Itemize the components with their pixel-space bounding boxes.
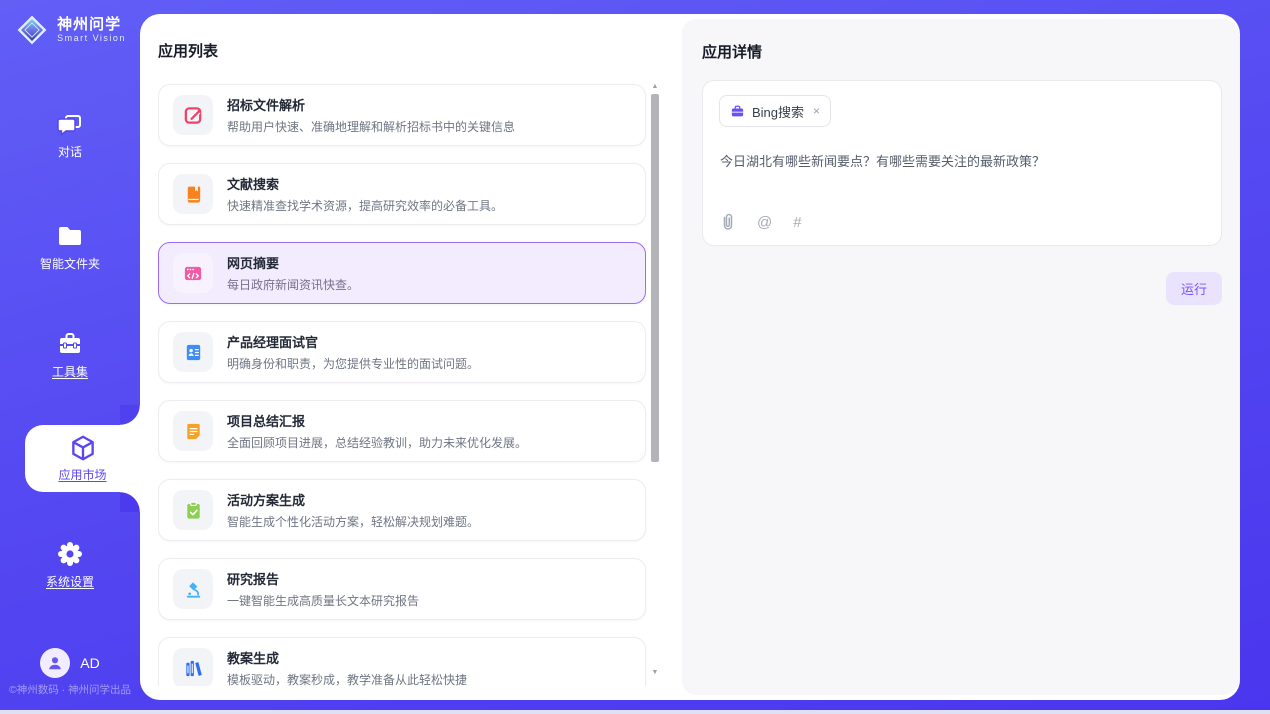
at-icon[interactable]: @ [757,214,772,231]
app-description: 快速精准查找学术资源，提高研究效率的必备工具。 [227,197,503,214]
app-card[interactable]: 文献搜索 快速精准查找学术资源，提高研究效率的必备工具。 [158,163,646,225]
app-title: 招标文件解析 [227,95,515,114]
app-description: 智能生成个性化活动方案，轻松解决规划难题。 [227,513,479,530]
tool-chip-bing-search[interactable]: Bing搜索 × [719,95,831,127]
note-icon [183,421,204,442]
app-title: 项目总结汇报 [227,411,527,430]
clipboard-check-icon [183,500,204,521]
chip-close-icon[interactable]: × [813,104,820,118]
app-icon-tile [173,490,213,530]
app-list: 招标文件解析 帮助用户快速、准确地理解和解析招标书中的关键信息 文献搜索 快速精… [158,82,648,686]
app-description: 每日政府新闻资讯快查。 [227,276,359,293]
app-title: 研究报告 [227,569,419,588]
user-account[interactable]: AD [0,648,140,678]
sidebar-item-label: 对话 [58,145,82,159]
sidebar-item-app-market[interactable]: 应用市场 [25,425,140,492]
app-icon-tile [173,253,213,293]
sidebar: 神州问学 Smart Vision 对话 智能文件夹 [0,0,140,714]
app-list-title: 应用列表 [158,40,218,61]
app-card[interactable]: 项目总结汇报 全面回顾项目进展，总结经验教训，助力未来优化发展。 [158,400,646,462]
scrollbar-up-arrow[interactable]: ▲ [650,82,660,92]
sidebar-item-smart-folder[interactable]: 智能文件夹 [0,222,140,273]
sidebar-item-label: 工具集 [52,365,88,379]
hash-icon[interactable]: # [793,214,801,231]
browser-code-icon [182,263,204,284]
brand-logo: 神州问学 Smart Vision [0,12,140,48]
brand-subtitle: Smart Vision [57,33,126,44]
app-card[interactable]: 产品经理面试官 明确身份和职责，为您提供专业性的面试问题。 [158,321,646,383]
app-title: 网页摘要 [227,253,359,272]
app-card[interactable]: 研究报告 一键智能生成高质量长文本研究报告 [158,558,646,620]
user-icon [46,654,64,672]
app-window: 神州问学 Smart Vision 对话 智能文件夹 [0,0,1270,714]
scrollbar-down-arrow[interactable]: ▼ [650,668,660,678]
app-card[interactable]: 招标文件解析 帮助用户快速、准确地理解和解析招标书中的关键信息 [158,84,646,146]
app-title: 活动方案生成 [227,490,479,509]
gear-icon [56,540,84,568]
composer-card[interactable]: Bing搜索 × 今日湖北有哪些新闻要点？有哪些需要关注的最新政策？ @ # [702,80,1222,246]
app-title: 教案生成 [227,648,467,667]
app-card[interactable]: 网页摘要 每日政府新闻资讯快查。 [158,242,646,304]
sidebar-item-settings[interactable]: 系统设置 [0,540,140,591]
brand-diamond-icon [14,12,50,48]
sidebar-footer: ©神州数码 · 神州问学出品 [0,682,140,697]
sidebar-item-toolset[interactable]: 工具集 [0,330,140,381]
app-description: 全面回顾项目进展，总结经验教训，助力未来优化发展。 [227,434,527,451]
scrollbar-thumb[interactable] [651,94,659,462]
composer-toolbar: @ # [720,213,802,231]
app-icon-tile [173,648,213,686]
bottom-edge-divider [0,710,1270,714]
app-description: 一键智能生成高质量长文本研究报告 [227,592,419,609]
app-icon-tile [173,174,213,214]
sidebar-item-label: 智能文件夹 [40,257,100,271]
app-title: 文献搜索 [227,174,503,193]
bubble-fillet-top [120,405,140,425]
prompt-input[interactable]: 今日湖北有哪些新闻要点？有哪些需要关注的最新政策？ [720,151,1205,170]
run-button[interactable]: 运行 [1166,272,1222,305]
app-description: 明确身份和职责，为您提供专业性的面试问题。 [227,355,479,372]
sidebar-item-label: 系统设置 [46,575,94,589]
chat-icon [56,110,84,138]
app-icon-tile [173,411,213,451]
main-content: 应用列表 招标文件解析 帮助用户快速、准确地理解和解析招标书中的关键信息 文献搜… [140,14,1240,700]
books-icon [183,658,204,679]
app-title: 产品经理面试官 [227,332,479,351]
brand-name: 神州问学 [57,16,126,33]
folder-icon [56,222,84,250]
interview-icon [183,342,204,363]
avatar [40,648,70,678]
sidebar-item-label: 应用市场 [58,468,106,482]
tool-chip-label: Bing搜索 [752,102,804,121]
app-detail-title: 应用详情 [702,41,762,62]
app-card[interactable]: 教案生成 模板驱动，教案秒成，教学准备从此轻松快捷 [158,637,646,686]
sidebar-item-chat[interactable]: 对话 [0,110,140,161]
app-card[interactable]: 活动方案生成 智能生成个性化活动方案，轻松解决规划难题。 [158,479,646,541]
app-description: 模板驱动，教案秒成，教学准备从此轻松快捷 [227,671,467,686]
app-list-scrollbar[interactable]: ▲ ▼ [650,82,660,678]
app-detail-panel: 应用详情 Bing搜索 × 今日湖北有哪些新闻要点？有哪些需要关注的最新政策？ [682,19,1240,695]
app-icon-tile [173,569,213,609]
app-icon-tile [173,95,213,135]
paperclip-icon[interactable] [720,213,736,231]
user-name: AD [80,655,99,671]
research-icon [183,579,204,600]
app-icon-tile [173,332,213,372]
briefcase-icon [730,104,745,119]
edit-square-icon [183,105,204,126]
app-description: 帮助用户快速、准确地理解和解析招标书中的关键信息 [227,118,515,135]
toolbox-icon [56,330,84,358]
bubble-fillet-bottom [120,492,140,512]
book-icon [183,184,204,205]
cube-icon [68,433,98,463]
